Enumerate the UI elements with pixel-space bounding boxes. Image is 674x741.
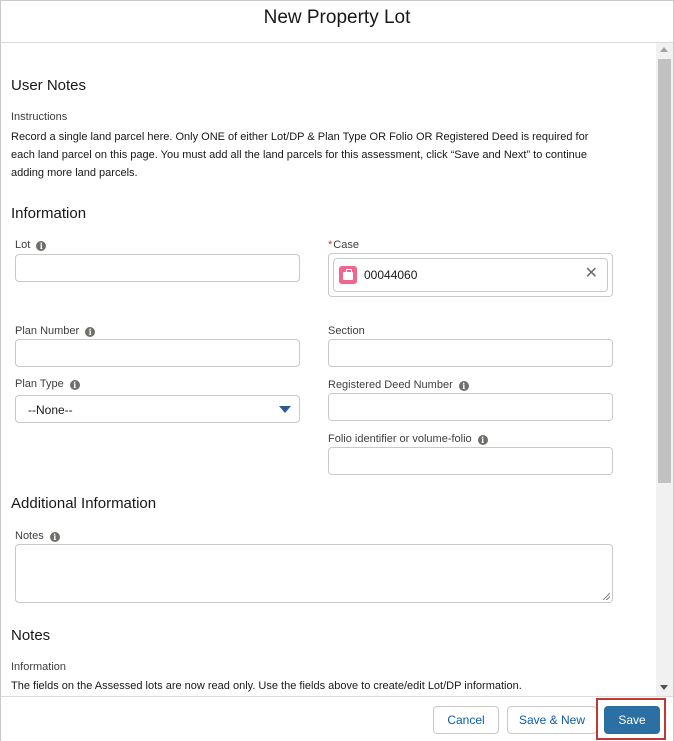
information-heading: Information — [11, 205, 87, 222]
notes-label: Notes i — [15, 530, 60, 542]
notes-information-label: Information — [11, 661, 67, 673]
info-icon[interactable]: i — [36, 241, 47, 251]
plan-type-label: Plan Type i — [15, 378, 80, 390]
info-icon[interactable]: i — [69, 380, 80, 390]
plan-type-selected-value: --None-- — [28, 403, 73, 417]
notes-heading: Notes — [11, 627, 51, 644]
modal-footer: Cancel Save & New Save — [1, 696, 673, 741]
info-icon[interactable]: i — [85, 327, 96, 337]
notes-label-text: Notes — [15, 530, 44, 542]
user-notes-heading: User Notes — [11, 77, 87, 94]
new-property-lot-modal: New Property Lot User Notes Instructions… — [0, 0, 674, 741]
instructions-line-2: each land parcel on this page. You must … — [11, 149, 587, 161]
cancel-button[interactable]: Cancel — [433, 706, 499, 734]
required-indicator: * — [328, 239, 333, 251]
case-icon — [339, 266, 357, 284]
additional-information-heading: Additional Information — [11, 495, 157, 512]
scroll-down-arrow-icon[interactable] — [660, 685, 668, 690]
modal-title: New Property Lot — [263, 7, 411, 28]
registered-deed-label: Registered Deed Number i — [328, 379, 469, 391]
registered-deed-label-text: Registered Deed Number — [328, 379, 453, 391]
section-input[interactable] — [328, 339, 613, 367]
instructions-label: Instructions — [11, 111, 68, 123]
instructions-line-3: adding more land parcels. — [11, 167, 138, 179]
scrollbar-thumb[interactable] — [658, 59, 671, 483]
case-value: 00044060 — [364, 268, 418, 282]
plan-number-input[interactable] — [15, 339, 300, 367]
case-label: *Case — [328, 239, 359, 251]
info-icon[interactable]: i — [477, 435, 488, 445]
plan-number-label: Plan Number i — [15, 325, 96, 337]
registered-deed-input[interactable] — [328, 393, 613, 421]
resize-handle-icon[interactable] — [603, 593, 610, 600]
info-icon[interactable]: i — [458, 381, 469, 391]
notes-textarea[interactable] — [15, 544, 613, 603]
section-label: Section — [328, 325, 365, 337]
folio-label-text: Folio identifier or volume-folio — [328, 433, 472, 445]
lot-label-text: Lot — [15, 239, 31, 251]
remove-case-icon[interactable]: ✕ — [585, 266, 598, 282]
save-and-new-button[interactable]: Save & New — [507, 706, 597, 734]
instructions-line-1: Record a single land parcel here. Only O… — [11, 131, 589, 143]
case-selected-pill[interactable]: 00044060 ✕ — [333, 258, 608, 292]
case-lookup-field[interactable]: 00044060 ✕ — [328, 253, 613, 297]
folio-label: Folio identifier or volume-folio i — [328, 433, 488, 445]
modal-header: New Property Lot — [1, 1, 673, 43]
notes-information-text: The fields on the Assessed lots are now … — [11, 680, 522, 692]
plan-type-label-text: Plan Type — [15, 378, 64, 390]
vertical-scrollbar[interactable] — [656, 43, 673, 696]
plan-number-label-text: Plan Number — [15, 325, 80, 337]
info-icon[interactable]: i — [49, 532, 60, 542]
plan-type-select[interactable]: --None-- — [15, 395, 300, 423]
lot-input[interactable] — [15, 254, 300, 282]
scroll-up-arrow-icon[interactable] — [660, 47, 668, 52]
folio-input[interactable] — [328, 447, 613, 475]
lot-label: Lot i — [15, 239, 47, 251]
instructions-text: Record a single land parcel here. Only O… — [11, 128, 621, 182]
save-button-highlight — [596, 698, 666, 740]
chevron-down-icon — [279, 406, 291, 413]
case-label-text: Case — [333, 239, 359, 251]
